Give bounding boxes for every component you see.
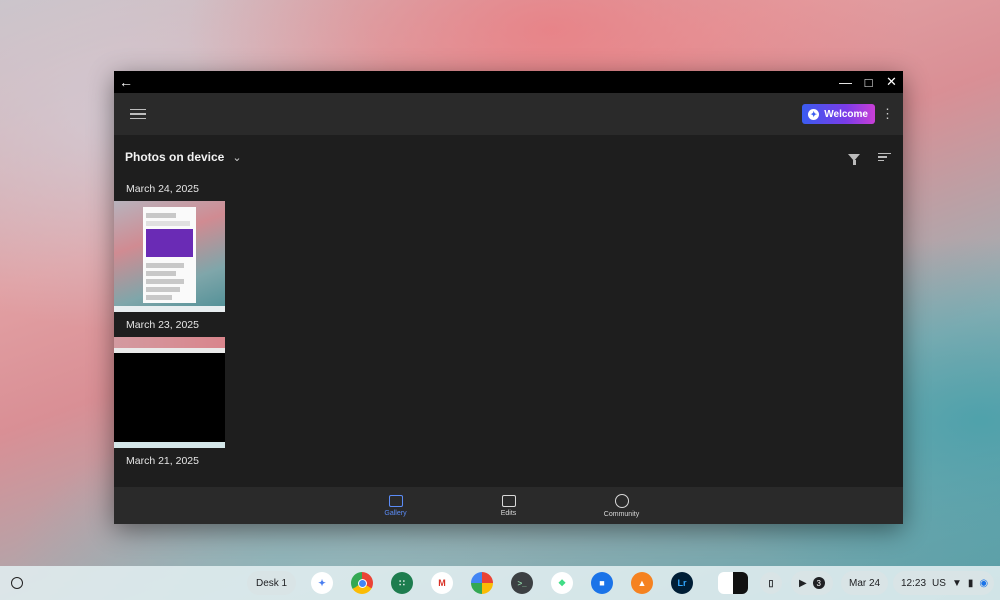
arrow-left-icon[interactable]: ← <box>114 71 138 93</box>
battery-icon: ▮ <box>967 577 974 589</box>
desk-button[interactable]: Desk 1 <box>247 571 297 595</box>
keyboard-layout: US <box>932 577 946 589</box>
os-shelf: Desk 1 ✦ ∷ M >_ ❖ ■ ▲ Lr ▯ ▶ 3 Mar 24 12… <box>0 566 1000 600</box>
app-bar: ✦ Welcome ⋮ <box>114 93 903 135</box>
welcome-label: Welcome <box>824 108 868 120</box>
edits-icon <box>501 494 516 507</box>
maximize-icon[interactable]: □ <box>857 71 880 93</box>
tab-edits[interactable]: Edits <box>452 487 565 524</box>
tab-community[interactable]: Community <box>565 487 678 524</box>
phone-screenshot-preview <box>143 207 196 303</box>
hamburger-menu-icon[interactable] <box>130 108 146 120</box>
gallery-icon <box>388 494 403 507</box>
tab-edits-label: Edits <box>500 509 517 517</box>
gmail-icon[interactable]: M <box>431 572 453 594</box>
date-group: March 24, 2025 <box>114 179 903 312</box>
photo-thumbnail[interactable] <box>114 201 225 312</box>
photo-thumbnail[interactable] <box>114 337 225 448</box>
gemini-icon[interactable]: ✦ <box>311 572 333 594</box>
lightroom-window: ← — □ ✕ ✦ Welcome ⋮ Photos on device ⌄ M… <box>114 71 903 524</box>
notification-tray[interactable]: ▶ 3 <box>791 571 833 595</box>
date-label: March 24, 2025 <box>126 183 199 195</box>
terminal-icon[interactable]: >_ <box>511 572 533 594</box>
chevron-down-icon: ⌄ <box>232 151 242 164</box>
play-store-icon: ▶ <box>799 577 807 589</box>
android-studio-icon[interactable]: ❖ <box>551 572 573 594</box>
date-group: March 21, 2025 <box>114 451 903 471</box>
wifi-icon: ▼ <box>951 577 962 589</box>
sort-icon[interactable] <box>878 152 891 162</box>
chrome-icon[interactable] <box>351 572 373 594</box>
tab-gallery[interactable]: Gallery <box>339 487 452 524</box>
minimize-icon[interactable]: — <box>834 71 857 93</box>
tab-community-label: Community <box>603 510 640 518</box>
globe-icon <box>614 493 629 508</box>
system-tray[interactable]: 12:23 US ▼ ▮ ◉ <box>893 571 995 595</box>
gallery-toolbar: Photos on device ⌄ <box>114 135 903 179</box>
vlc-icon[interactable]: ▲ <box>631 572 653 594</box>
filter-icon[interactable] <box>848 153 860 165</box>
notification-count: 3 <box>812 577 825 589</box>
screenshot-app-icon[interactable] <box>718 572 748 594</box>
gallery-content: Photos on device ⌄ March 24, 2025 March … <box>114 135 903 487</box>
files-icon[interactable]: ■ <box>591 572 613 594</box>
toolbar-tools <box>848 152 891 165</box>
window-controls: — □ ✕ <box>834 71 903 93</box>
bottom-navigation: Gallery Edits Community <box>114 487 903 524</box>
accessibility-icon: ◉ <box>979 577 989 589</box>
launcher-icon[interactable] <box>11 577 23 589</box>
close-icon[interactable]: ✕ <box>880 71 903 93</box>
lightroom-icon[interactable]: Lr <box>671 572 693 594</box>
window-titlebar: ← — □ ✕ <box>114 71 903 93</box>
date-group: March 23, 2025 <box>114 315 903 448</box>
welcome-button[interactable]: ✦ Welcome <box>802 104 875 124</box>
google-apps-icon[interactable]: ∷ <box>391 572 413 594</box>
source-label: Photos on device <box>125 150 225 164</box>
clock-time: 12:23 <box>901 577 927 589</box>
date-label: March 23, 2025 <box>126 319 199 331</box>
badge-icon: ✦ <box>808 108 820 120</box>
date-tray[interactable]: Mar 24 <box>841 571 889 595</box>
photos-icon[interactable] <box>471 572 493 594</box>
tab-gallery-label: Gallery <box>384 509 407 517</box>
more-vertical-icon[interactable]: ⋮ <box>881 106 894 122</box>
date-label: March 21, 2025 <box>126 455 199 467</box>
phone-hub-icon[interactable]: ▯ <box>760 572 782 594</box>
app-bar-actions: ✦ Welcome ⋮ <box>802 104 894 124</box>
source-dropdown[interactable]: Photos on device ⌄ <box>125 150 242 164</box>
